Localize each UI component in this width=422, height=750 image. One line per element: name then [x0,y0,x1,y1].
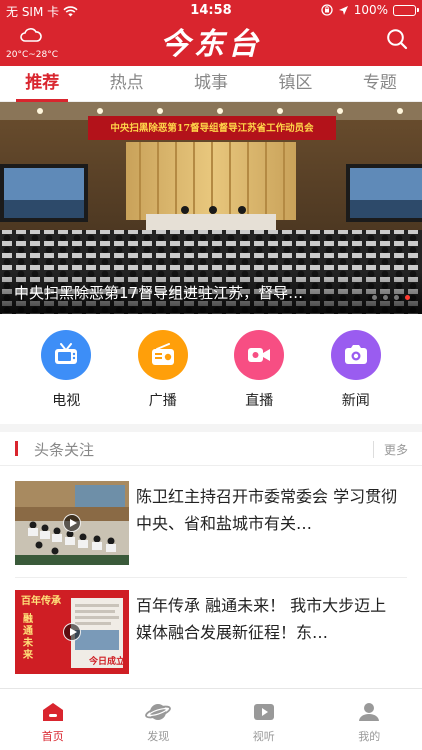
user-icon [359,703,380,721]
thumb-text-2: 融通未来 [23,614,33,661]
tab-towns[interactable]: 镇区 [253,66,337,101]
news-thumbnail [15,481,129,565]
tab-recommend[interactable]: 推荐 [0,66,84,102]
quick-link-radio[interactable]: 广播 [127,330,199,422]
section-header: 头条关注 更多 [0,432,422,466]
news-item[interactable]: 百年传承 融通未来 今日成立 百年传承 融通未来！ 我市大步迈上媒体融合发展新征… [15,590,407,686]
tv-icon [55,343,78,364]
headline-carousel[interactable]: 中央扫黑除恶第17督导组督导江苏省工作动员会 中央扫黑除恶第17督导组进驻江苏，… [0,102,422,314]
planet-icon [145,704,172,720]
news-title: 陈卫红主持召开市委常委会 学习贯彻中央、省和盐城市有关… [136,487,398,533]
news-item[interactable]: 陈卫红主持召开市委常委会 学习贯彻中央、省和盐城市有关… [15,481,407,577]
play-icon [63,623,81,641]
camera-icon [344,345,367,364]
quick-link-label: 新闻 [341,393,370,409]
nav-label: 发现 [147,730,170,743]
nav-label: 我的 [358,730,381,743]
tv-icon-circle [41,330,92,380]
carousel-dot[interactable] [383,295,388,300]
nav-watch-listen[interactable]: 视听 [211,689,317,750]
play-icon [253,704,274,720]
carousel-dot[interactable] [372,295,377,300]
radio-icon [151,343,174,365]
quick-link-label: 直播 [245,393,274,409]
camera-icon-circle [330,330,381,380]
bottom-navigation: 首页 发现 视听 我的 [0,688,422,750]
radio-icon-circle [137,330,188,380]
tab-hot[interactable]: 热点 [84,66,168,101]
section-accent-bar [15,441,18,456]
thumb-text-3: 今日成立 [89,657,126,667]
orientation-lock-icon [321,4,333,16]
nav-label: 首页 [41,730,64,743]
tab-topics[interactable]: 专题 [338,66,422,101]
video-camera-icon [248,348,271,362]
search-button[interactable] [386,28,408,50]
carousel-dots [372,295,410,300]
video-camera-icon-circle [234,330,285,380]
quick-link-live[interactable]: 直播 [223,330,295,422]
battery-percent: 100% [353,3,388,17]
nav-label: 视听 [252,730,275,743]
carousel-dot[interactable] [394,295,399,300]
battery-icon [393,4,419,16]
carousel-dot-active[interactable] [405,295,410,300]
thumb-text-1: 百年传承 [21,596,61,607]
play-icon [63,514,81,532]
nav-discover[interactable]: 发现 [106,689,212,750]
status-right: 100% [321,3,419,17]
tab-city[interactable]: 城事 [169,66,253,101]
section-separator [0,424,422,432]
category-tabs: 推荐 热点 城事 镇区 专题 [0,66,422,102]
more-link[interactable]: 更多 [372,441,408,458]
nav-profile[interactable]: 我的 [317,689,422,750]
quick-link-label: 电视 [52,393,81,409]
section-title: 头条关注 [34,441,95,459]
quick-link-news[interactable]: 新闻 [320,330,392,422]
home-icon [42,703,63,721]
location-icon [338,5,348,15]
quick-link-label: 广播 [148,393,177,409]
quick-link-tv[interactable]: 电视 [30,330,102,422]
banner-caption: 中央扫黑除恶第17督导组进驻江苏，督导… [14,284,304,302]
news-divider [15,577,407,578]
app-header: 无 SIM 卡 14:58 100% 20°C~28°C 今东台 [0,0,422,66]
app-logo: 今东台 [160,27,262,62]
news-thumbnail: 百年传承 融通未来 今日成立 [15,590,129,674]
search-icon [387,29,408,50]
stage-banner-text: 中央扫黑除恶第17督导组督导江苏省工作动员会 [110,123,314,134]
nav-home[interactable]: 首页 [0,689,106,750]
quick-links: 电视 广播 直播 新闻 [0,314,422,422]
news-title: 百年传承 融通未来！ 我市大步迈上媒体融合发展新征程！东… [136,596,387,642]
